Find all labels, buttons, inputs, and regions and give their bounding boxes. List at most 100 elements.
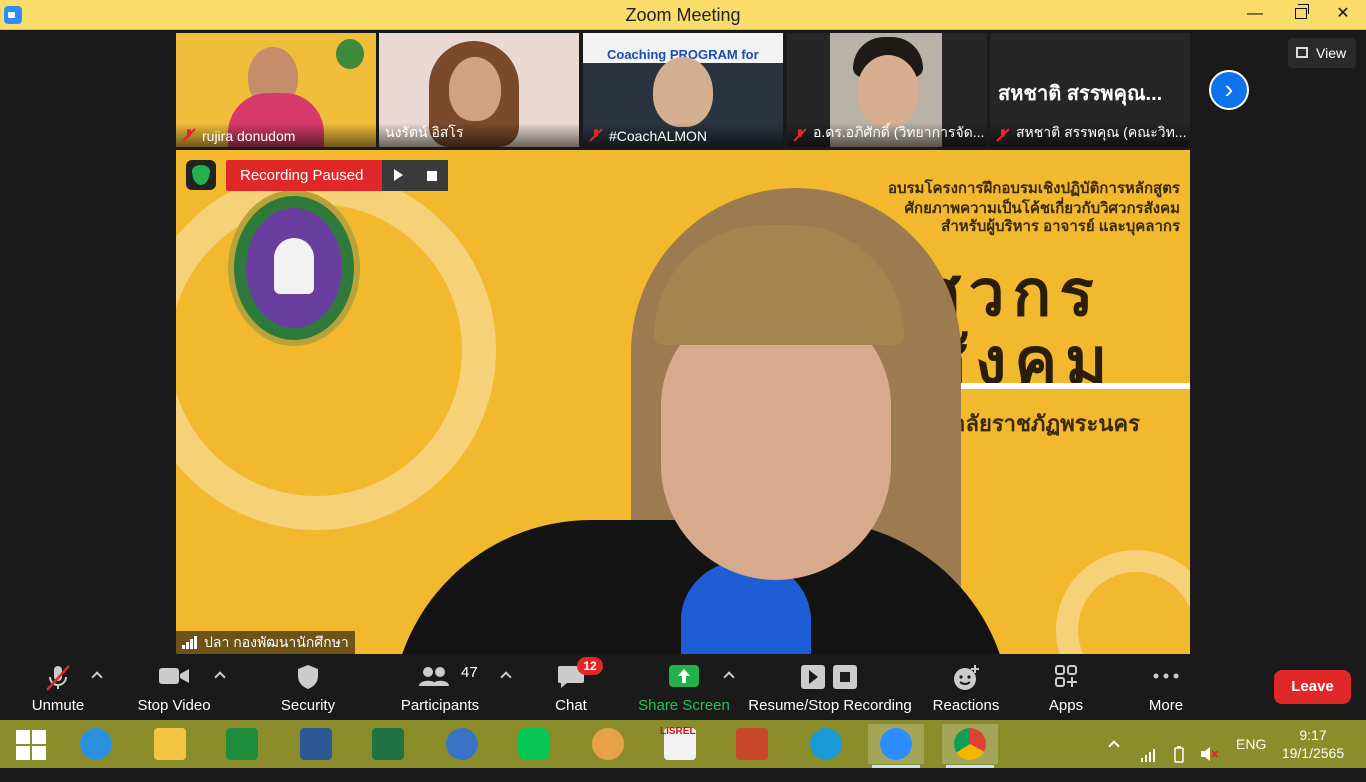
participant-name: อ.ดร.อภิศักดิ์ (วิทยาการจัด...: [813, 124, 985, 140]
taskbar-internet-explorer[interactable]: [68, 724, 124, 764]
clock-time: 9:17: [1299, 727, 1327, 743]
apps-icon: [1055, 665, 1077, 687]
taskbar-line[interactable]: [506, 724, 562, 764]
recording-controls: [382, 160, 448, 191]
taskbar-chrome[interactable]: [942, 724, 998, 768]
close-button[interactable]: ✕: [1320, 0, 1366, 30]
share-options-caret[interactable]: [724, 670, 734, 680]
participants-button[interactable]: 47 Participants: [394, 654, 486, 720]
network-icon[interactable]: [1140, 734, 1156, 762]
encryption-status[interactable]: [186, 160, 216, 190]
chat-label: Chat: [555, 697, 587, 714]
taskbar-paint[interactable]: [580, 724, 636, 764]
network-signal-icon: [1141, 749, 1155, 762]
file-explorer-icon: [154, 728, 186, 760]
windows-start-button[interactable]: [4, 724, 60, 764]
stop-recording-icon[interactable]: [427, 171, 437, 181]
participant-name: นงรัตน์ อิสโร: [385, 124, 464, 140]
leave-button[interactable]: Leave: [1274, 670, 1351, 704]
battery-icon[interactable]: [1170, 734, 1188, 763]
resume-stop-recording-button[interactable]: Resume/Stop Recording: [746, 654, 914, 720]
chevron-up-icon: [1108, 740, 1120, 752]
input-language[interactable]: ENG: [1236, 720, 1266, 768]
windows-taskbar: LISREL ENG 9:17 19/1/2565: [0, 720, 1366, 768]
reactions-button[interactable]: Reactions: [928, 654, 1004, 720]
participant-name: #CoachALMON: [609, 128, 708, 144]
speaker-name: ปลา กองพัฒนานักศึกษา: [204, 634, 349, 650]
participant-face: [653, 57, 713, 127]
participant-tile[interactable]: อ.ดร.อภิศักดิ์ (วิทยาการจัด...: [787, 33, 987, 147]
participant-name-bar: นงรัตน์ อิสโร: [379, 123, 579, 147]
participants-options-caret[interactable]: [501, 670, 511, 680]
chrome-icon: [954, 728, 986, 760]
mic-off-icon: [589, 128, 603, 142]
taskbar-word[interactable]: [288, 724, 344, 764]
taskbar-math-input[interactable]: [434, 724, 490, 764]
participant-face: [857, 55, 919, 127]
share-screen-label: Share Screen: [638, 697, 730, 714]
more-dots-icon: [1153, 673, 1179, 679]
taskbar-store[interactable]: [214, 724, 270, 764]
internet-explorer-icon: [80, 728, 112, 760]
zoom-icon: [880, 728, 912, 760]
more-button[interactable]: More: [1136, 654, 1196, 720]
taskbar-file-explorer[interactable]: [142, 724, 198, 764]
maximize-button[interactable]: [1278, 0, 1324, 30]
store-icon: [226, 728, 258, 760]
next-page-button[interactable]: ›: [1209, 70, 1249, 110]
shield-icon: [298, 665, 318, 689]
security-label: Security: [280, 697, 336, 714]
shield-icon: [192, 165, 210, 185]
participant-name-bar: rujira donudom: [176, 123, 376, 147]
participant-tile[interactable]: Coaching PROGRAM for #CoachALMON: [583, 33, 783, 147]
participant-name: สหชาติ สรรพคุณ (คณะวิท...: [1016, 124, 1187, 140]
emoji-plus-icon: [954, 665, 979, 690]
participant-tile[interactable]: นงรัตน์ อิสโร: [379, 33, 579, 147]
minimize-button[interactable]: —: [1232, 0, 1278, 30]
banner-line: สำหรับผู้บริหาร อาจารย์ และบุคลากร: [941, 218, 1180, 235]
participant-display-name: สหชาติ สรรพคุณ...: [998, 83, 1163, 105]
paint-icon: [592, 728, 624, 760]
video-camera-icon: [159, 668, 189, 684]
unmute-button[interactable]: Unmute: [20, 654, 96, 720]
taskbar-powerpoint[interactable]: [724, 724, 780, 764]
participant-name-bar: #CoachALMON: [583, 123, 783, 147]
word-icon: [300, 728, 332, 760]
mic-off-icon: [182, 128, 196, 142]
taskbar-edge[interactable]: [798, 724, 854, 764]
participants-label: Participants: [400, 697, 480, 714]
gear-decoration: [1056, 550, 1190, 654]
stop-video-label: Stop Video: [137, 697, 211, 714]
more-label: More: [1148, 697, 1184, 714]
apps-button[interactable]: Apps: [1036, 654, 1096, 720]
powerpoint-icon: [736, 728, 768, 760]
active-speaker-video[interactable]: อบรมโครงการฝึกอบรมเชิงปฏิบัติการหลักสูตร…: [176, 150, 1190, 654]
resume-recording-icon[interactable]: [394, 169, 403, 181]
mic-off-icon: [996, 128, 1010, 142]
security-button[interactable]: Security: [272, 654, 344, 720]
stop-video-button[interactable]: Stop Video: [130, 654, 218, 720]
share-screen-button[interactable]: Share Screen: [634, 654, 734, 720]
show-hidden-icons[interactable]: [1108, 720, 1120, 768]
audio-options-caret[interactable]: [92, 670, 102, 680]
gallery-strip: rujira donudom นงรัตน์ อิสโร Coaching PR…: [0, 30, 1366, 150]
apps-label: Apps: [1048, 697, 1084, 714]
edge-icon: [810, 728, 842, 760]
speaker-name-tag: ปลา กองพัฒนานักศึกษา: [176, 631, 355, 654]
taskbar-lisrel[interactable]: LISREL: [652, 724, 708, 764]
participant-count: 47: [461, 664, 478, 681]
view-button[interactable]: View: [1288, 38, 1356, 68]
participant-tile[interactable]: สหชาติ สรรพคุณ... สหชาติ สรรพคุณ (คณะวิท…: [990, 33, 1190, 147]
volume-icon[interactable]: [1200, 734, 1218, 761]
taskbar-excel[interactable]: [360, 724, 416, 764]
video-options-caret[interactable]: [215, 670, 225, 680]
meeting-toolbar: Unmute Stop Video Security 47 Participan…: [0, 654, 1366, 720]
taskbar-zoom[interactable]: [868, 724, 924, 768]
clock-date: 19/1/2565: [1281, 745, 1345, 761]
participants-icon: [419, 667, 449, 686]
unmute-label: Unmute: [31, 697, 85, 714]
participant-tile[interactable]: rujira donudom: [176, 33, 376, 147]
university-logo: [336, 39, 364, 69]
taskbar-clock[interactable]: 9:17 19/1/2565: [1276, 726, 1350, 762]
mic-off-icon: [793, 128, 807, 142]
